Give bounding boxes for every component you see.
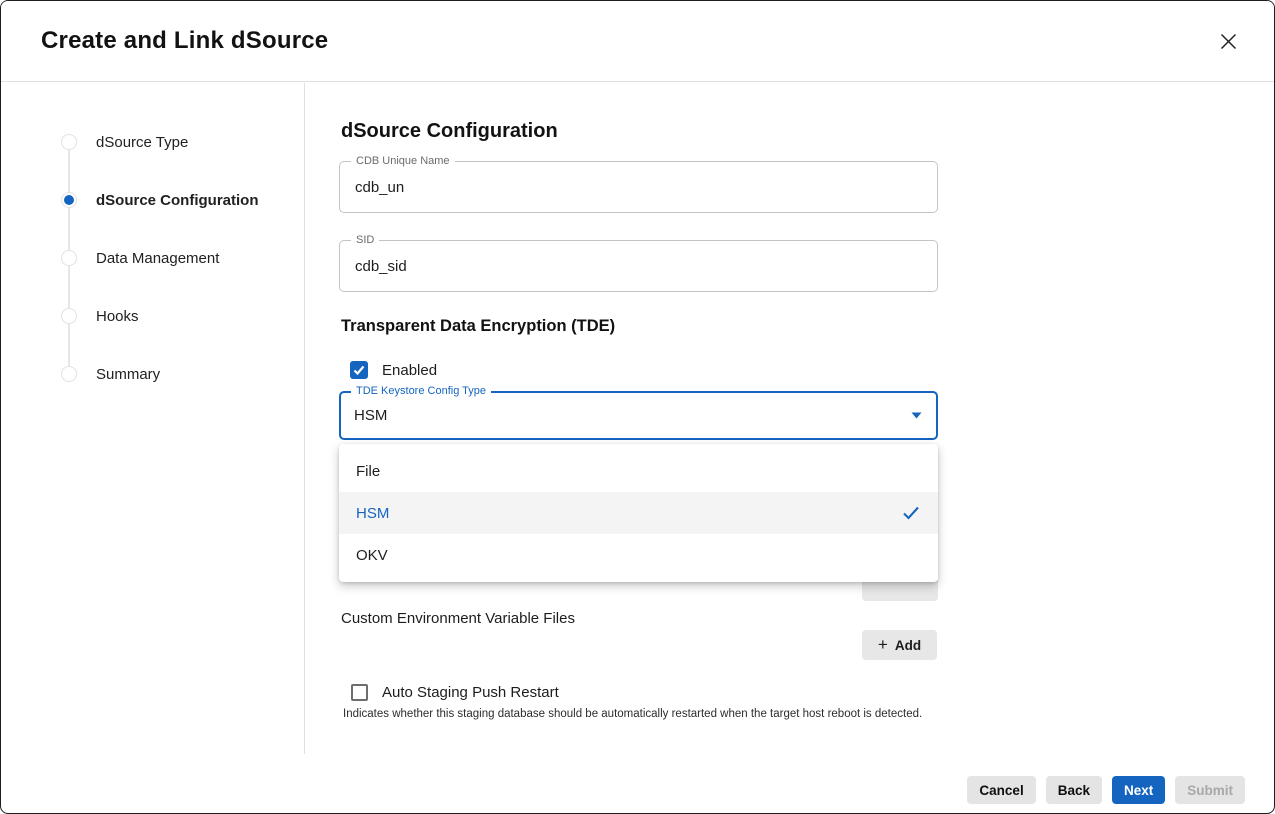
tde-keystore-dropdown-menu: File HSM OKV — [339, 444, 938, 582]
auto-staging-push-restart-row: Auto Staging Push Restart — [351, 684, 559, 701]
auto-staging-description: Indicates whether this staging database … — [343, 708, 943, 720]
tde-keystore-selected-value: HSM — [341, 407, 387, 424]
close-icon — [1218, 31, 1239, 52]
tde-enabled-label: Enabled — [382, 362, 437, 379]
step-circle-icon — [61, 134, 77, 150]
cancel-button[interactable]: Cancel — [967, 776, 1035, 804]
tde-keystore-config-type-select[interactable]: TDE Keystore Config Type HSM — [339, 391, 938, 440]
chevron-down-icon — [911, 412, 936, 419]
dialog-footer: Cancel Back Next Submit — [967, 776, 1245, 804]
tde-enabled-row: Enabled — [350, 361, 437, 379]
dialog-header: Create and Link dSource — [1, 1, 1274, 82]
step-label: dSource Type — [96, 134, 188, 151]
step-label: Hooks — [96, 308, 139, 325]
menu-item-okv[interactable]: OKV — [339, 534, 938, 576]
next-button[interactable]: Next — [1112, 776, 1165, 804]
close-button[interactable] — [1214, 27, 1242, 55]
menu-item-hsm[interactable]: HSM — [339, 492, 938, 534]
check-icon — [352, 363, 366, 377]
add-button-label: Add — [895, 638, 921, 653]
selected-check-icon — [902, 506, 920, 520]
tde-keystore-config-type-label: TDE Keystore Config Type — [351, 384, 491, 398]
sid-input[interactable] — [340, 258, 937, 275]
page-title: dSource Configuration — [341, 120, 558, 143]
step-circle-active-icon — [61, 192, 77, 208]
tde-enabled-checkbox[interactable] — [350, 361, 368, 379]
menu-item-label: File — [356, 463, 380, 480]
tde-section-heading: Transparent Data Encryption (TDE) — [341, 317, 615, 336]
menu-item-label: OKV — [356, 547, 388, 564]
step-circle-icon — [61, 366, 77, 382]
step-label: dSource Configuration — [96, 192, 259, 209]
custom-env-variable-files-label: Custom Environment Variable Files — [341, 610, 575, 627]
custom-env-add-button[interactable]: + Add — [862, 630, 937, 660]
step-label: Summary — [96, 366, 160, 383]
panel-divider — [304, 83, 305, 754]
menu-item-file[interactable]: File — [339, 450, 938, 492]
sid-label: SID — [351, 233, 379, 247]
cdb-unique-name-label: CDB Unique Name — [351, 154, 455, 168]
submit-button[interactable]: Submit — [1175, 776, 1245, 804]
auto-staging-checkbox[interactable] — [351, 684, 368, 701]
step-label: Data Management — [96, 250, 219, 267]
auto-staging-label: Auto Staging Push Restart — [382, 684, 559, 701]
dialog-title: Create and Link dSource — [41, 27, 328, 55]
cdb-unique-name-input[interactable] — [340, 179, 937, 196]
cdb-unique-name-field: CDB Unique Name — [339, 161, 938, 213]
plus-icon: + — [878, 636, 888, 653]
step-circle-icon — [61, 250, 77, 266]
step-circle-icon — [61, 308, 77, 324]
menu-item-label: HSM — [356, 505, 389, 522]
sid-field: SID — [339, 240, 938, 292]
back-button[interactable]: Back — [1046, 776, 1102, 804]
create-and-link-dsource-dialog: Create and Link dSource dSource Type dSo… — [0, 0, 1275, 814]
stepper-connector-line — [68, 150, 70, 382]
